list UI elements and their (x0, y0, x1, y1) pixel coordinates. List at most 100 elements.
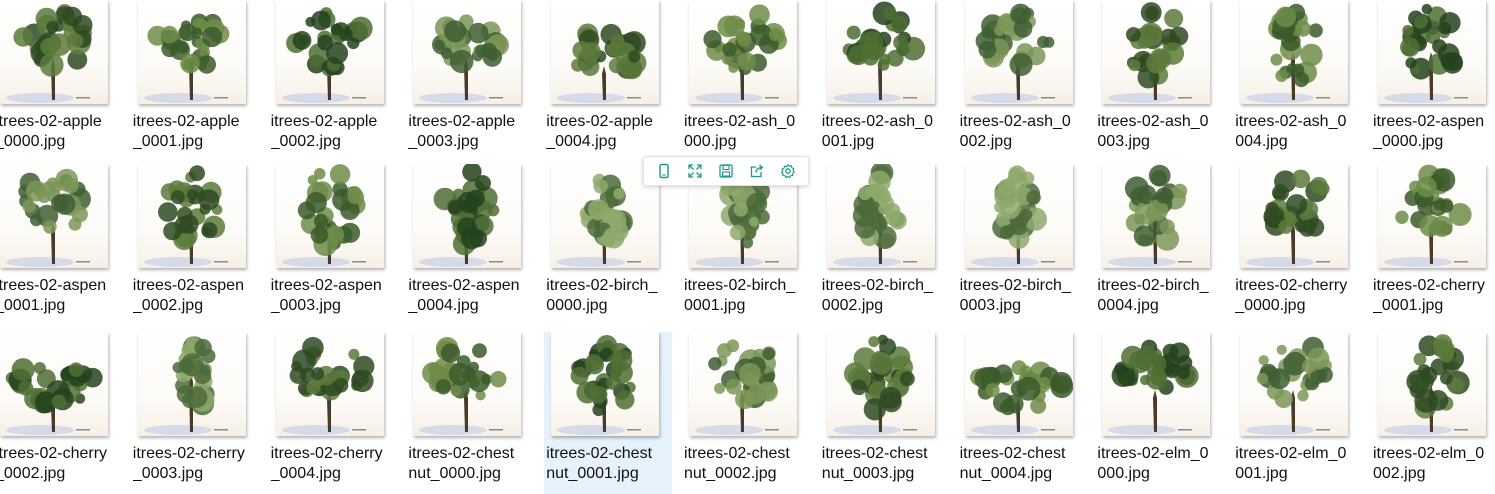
tree-thumbnail (0, 332, 108, 436)
tree-thumbnail (1102, 332, 1211, 436)
file-item[interactable]: itrees-02-aspen _0001.jpg (0, 164, 121, 326)
file-item[interactable]: itrees-02-ash_0 003.jpg (1095, 0, 1223, 162)
file-name: itrees-02-cherry _0003.jpg (132, 445, 245, 482)
tree-thumbnail (275, 0, 384, 104)
preview-button[interactable] (682, 159, 708, 183)
file-item[interactable]: itrees-02-apple _0002.jpg (269, 0, 397, 162)
file-name: itrees-02-ash_0 003.jpg (1097, 113, 1209, 150)
tree-thumbnail (964, 332, 1073, 436)
save-icon (719, 164, 733, 178)
tree-thumbnail (1102, 0, 1211, 104)
file-item[interactable]: itrees-02-ash_0 004.jpg (1233, 0, 1361, 162)
file-item[interactable]: itrees-02-chest nut_0001.jpg (544, 332, 673, 494)
file-item[interactable]: itrees-02-birch_ 0000.jpg (544, 164, 672, 326)
file-name: itrees-02-cherry _0000.jpg (1235, 277, 1348, 314)
file-item[interactable]: itrees-02-aspen _0002.jpg (131, 164, 259, 326)
tree-thumbnail (1378, 332, 1486, 436)
file-name: itrees-02-cherry _0004.jpg (270, 445, 383, 482)
expand-icon (688, 164, 702, 178)
tree-thumbnail (413, 164, 522, 268)
tree-thumbnail (964, 164, 1073, 268)
file-name: itrees-02-apple _0001.jpg (132, 113, 240, 150)
file-name: itrees-02-chest nut_0002.jpg (684, 445, 790, 482)
file-name: itrees-02-chest nut_0000.jpg (408, 445, 515, 482)
tree-thumbnail (413, 332, 522, 436)
file-name: itrees-02-apple _0000.jpg (0, 113, 102, 150)
file-name: itrees-02-apple _0003.jpg (408, 113, 516, 150)
phone-icon (658, 163, 669, 179)
file-name: itrees-02-chest nut_0004.jpg (959, 445, 1066, 482)
tree-thumbnail (275, 332, 384, 436)
file-item[interactable]: itrees-02-chest nut_0003.jpg (820, 332, 948, 494)
file-name: itrees-02-birch_ 0000.jpg (546, 277, 658, 314)
file-item[interactable]: itrees-02-cherry _0001.jpg (1371, 164, 1495, 326)
file-item[interactable]: itrees-02-apple _0004.jpg (544, 0, 672, 162)
tree-thumbnail (0, 164, 108, 268)
file-name: itrees-02-elm_0 000.jpg (1097, 445, 1209, 482)
file-name: itrees-02-aspen _0002.jpg (132, 277, 244, 314)
file-name: itrees-02-ash_0 001.jpg (821, 113, 933, 150)
file-item[interactable]: itrees-02-cherry _0003.jpg (131, 332, 259, 494)
tree-thumbnail (0, 0, 108, 104)
tree-thumbnail (1240, 0, 1349, 104)
file-item[interactable]: itrees-02-aspen _0000.jpg (1371, 0, 1495, 162)
tree-thumbnail (964, 0, 1073, 104)
file-item[interactable]: itrees-02-ash_0 001.jpg (820, 0, 948, 162)
file-item[interactable]: itrees-02-apple _0000.jpg (0, 0, 121, 162)
tree-thumbnail (551, 0, 660, 104)
file-item[interactable]: itrees-02-ash_0 002.jpg (958, 0, 1086, 162)
file-item[interactable]: itrees-02-birch_ 0001.jpg (682, 164, 810, 326)
file-name: itrees-02-elm_0 002.jpg (1373, 445, 1485, 482)
gear-icon (781, 163, 796, 179)
file-name: itrees-02-elm_0 001.jpg (1235, 445, 1347, 482)
send-to-device-button[interactable] (651, 159, 677, 183)
save-button[interactable] (713, 159, 739, 183)
file-name: itrees-02-cherry _0001.jpg (1373, 277, 1486, 314)
tree-thumbnail (275, 164, 384, 268)
share-icon (751, 164, 764, 178)
hover-toolbar (643, 156, 809, 186)
tree-thumbnail (826, 164, 935, 268)
file-item[interactable]: itrees-02-apple _0003.jpg (406, 0, 534, 162)
file-name: itrees-02-apple _0004.jpg (546, 113, 653, 150)
file-name: itrees-02-ash_0 004.jpg (1235, 113, 1347, 150)
file-grid: itrees-02-apple _0000.jpg itrees-02-apple… (0, 0, 1495, 494)
file-item[interactable]: itrees-02-apple _0001.jpg (131, 0, 259, 162)
file-name: itrees-02-aspen _0001.jpg (0, 277, 107, 314)
file-name: itrees-02-birch_ 0002.jpg (821, 277, 933, 314)
tree-thumbnail (826, 332, 935, 436)
file-name: itrees-02-aspen _0003.jpg (270, 277, 382, 314)
file-name: itrees-02-aspen _0004.jpg (408, 277, 520, 314)
file-item[interactable]: itrees-02-aspen _0004.jpg (406, 164, 534, 326)
tree-thumbnail (1378, 164, 1486, 268)
file-item[interactable]: itrees-02-elm_0 000.jpg (1095, 332, 1223, 494)
file-name: itrees-02-birch_ 0001.jpg (684, 277, 796, 314)
file-item[interactable]: itrees-02-chest nut_0002.jpg (682, 332, 810, 494)
file-name: itrees-02-chest nut_0001.jpg (546, 445, 653, 482)
file-item[interactable]: itrees-02-birch_ 0003.jpg (958, 164, 1086, 326)
file-item[interactable]: itrees-02-cherry _0004.jpg (269, 332, 397, 494)
file-item[interactable]: itrees-02-birch_ 0002.jpg (820, 164, 948, 326)
tree-thumbnail (689, 332, 797, 436)
file-item[interactable]: itrees-02-birch_ 0004.jpg (1095, 164, 1223, 326)
file-item[interactable]: itrees-02-elm_0 002.jpg (1371, 332, 1495, 494)
file-item[interactable]: itrees-02-chest nut_0004.jpg (958, 332, 1086, 494)
file-item[interactable]: itrees-02-elm_0 001.jpg (1233, 332, 1361, 494)
tree-thumbnail (826, 0, 935, 104)
tree-thumbnail (137, 164, 246, 268)
share-button[interactable] (744, 159, 770, 183)
file-item[interactable]: itrees-02-aspen _0003.jpg (269, 164, 397, 326)
file-item[interactable]: itrees-02-ash_0 000.jpg (682, 0, 810, 162)
file-item[interactable]: itrees-02-chest nut_0000.jpg (406, 332, 534, 494)
tree-thumbnail (551, 332, 660, 436)
file-name: itrees-02-chest nut_0003.jpg (821, 445, 928, 482)
file-item[interactable]: itrees-02-cherry _0002.jpg (0, 332, 121, 494)
file-name: itrees-02-aspen _0000.jpg (1373, 113, 1485, 150)
settings-button[interactable] (775, 159, 801, 183)
file-name: itrees-02-birch_ 0003.jpg (959, 277, 1071, 314)
file-name: itrees-02-birch_ 0004.jpg (1097, 277, 1209, 314)
tree-thumbnail (1240, 332, 1349, 436)
file-item[interactable]: itrees-02-cherry _0000.jpg (1233, 164, 1361, 326)
tree-thumbnail (413, 0, 522, 104)
tree-thumbnail (1240, 164, 1349, 268)
